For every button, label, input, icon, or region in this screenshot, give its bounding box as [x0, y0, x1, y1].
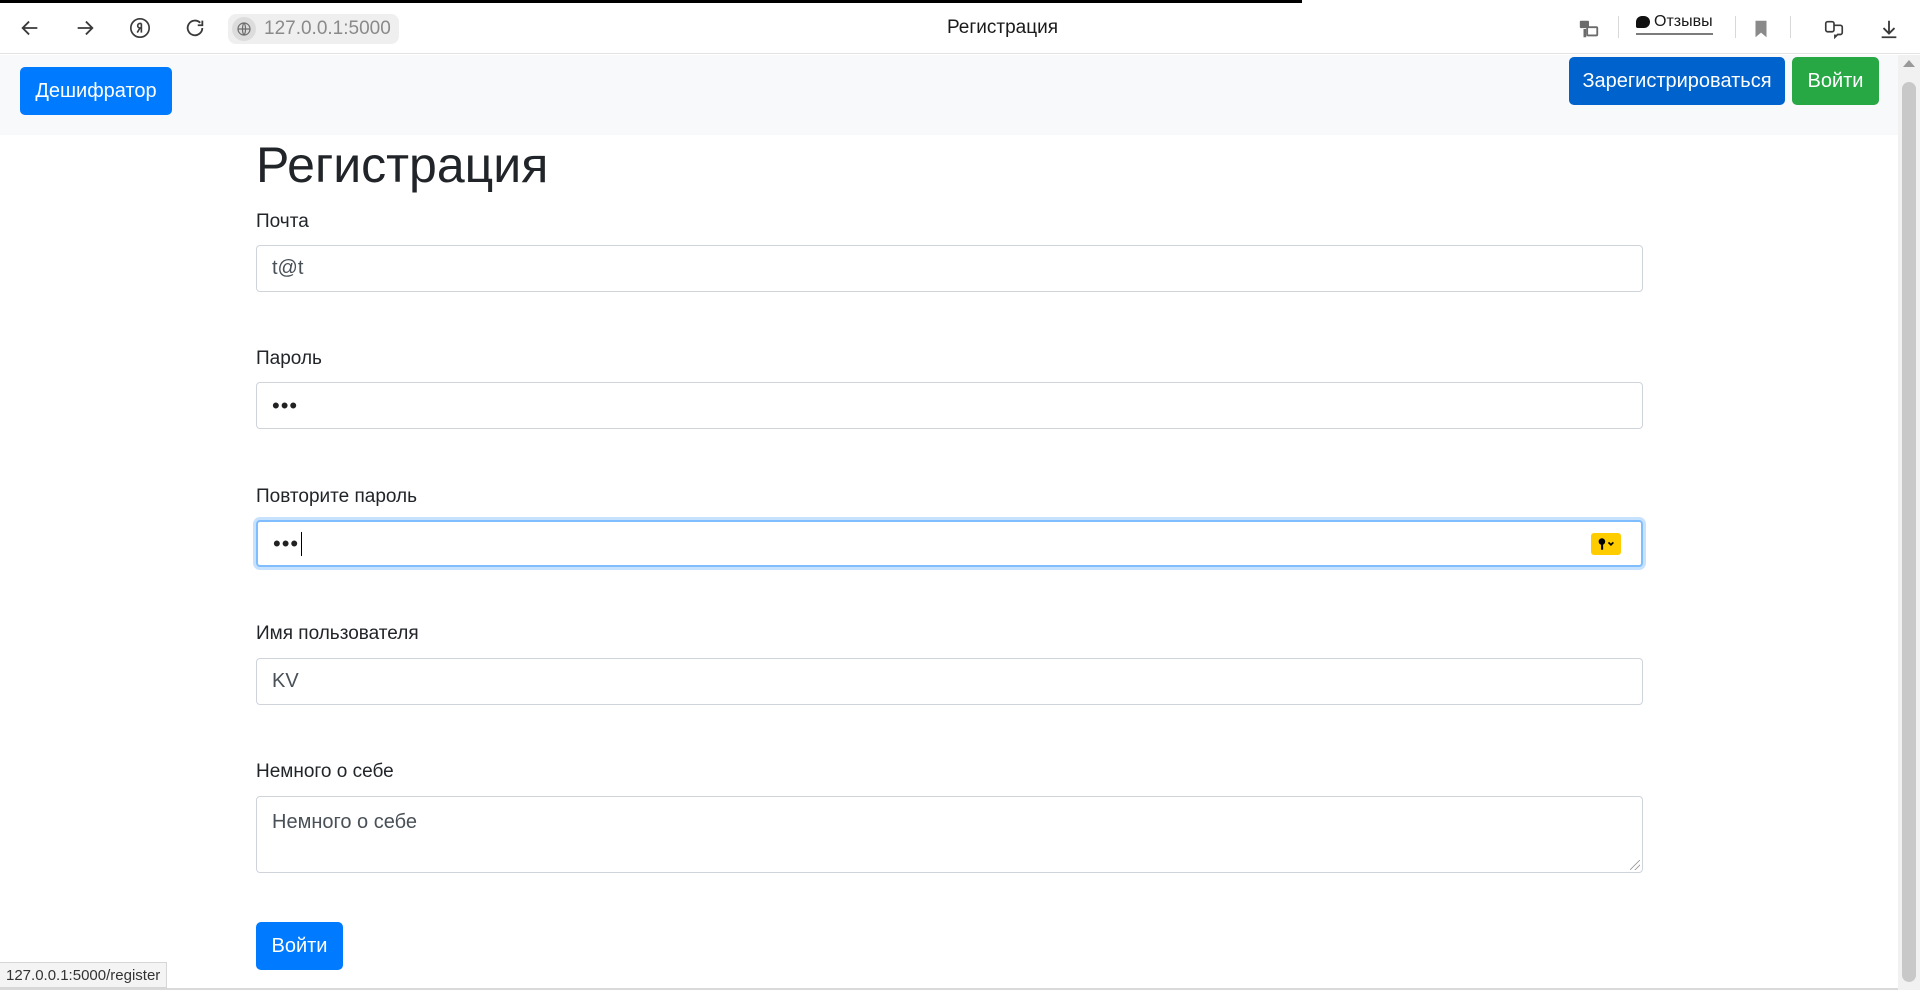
- status-url: 127.0.0.1:5000/register: [6, 966, 161, 984]
- reviews-button[interactable]: Отзывы: [1636, 13, 1713, 35]
- status-bar: 127.0.0.1:5000/register: [0, 962, 168, 988]
- password-field[interactable]: •••: [256, 382, 1643, 429]
- email-value: t@t: [272, 257, 304, 279]
- reviews-label: Отзывы: [1654, 13, 1713, 30]
- site-navbar: Дешифратор Зарегистрироваться Войти: [0, 55, 1898, 135]
- email-field[interactable]: t@t: [256, 245, 1643, 292]
- login-button[interactable]: Войти: [1792, 57, 1879, 105]
- password-repeat-field[interactable]: •••: [256, 520, 1643, 567]
- about-textarea[interactable]: Немного о себе: [256, 796, 1643, 873]
- password-manager-key-icon[interactable]: [1591, 533, 1621, 555]
- brand-button[interactable]: Дешифратор: [20, 67, 172, 115]
- about-label: Немного о себе: [256, 761, 394, 782]
- password-repeat-label: Повторите пароль: [256, 486, 418, 507]
- register-button[interactable]: Зарегистрироваться: [1569, 57, 1785, 105]
- toolbar-separator: [1618, 16, 1619, 38]
- password-repeat-value: •••: [273, 530, 300, 556]
- text-caret: [301, 531, 303, 556]
- toolbar-separator: [1735, 16, 1736, 38]
- tab-strip-line: [0, 0, 1302, 3]
- toolbar-separator: [1790, 16, 1791, 38]
- collections-button[interactable]: [1819, 14, 1849, 44]
- download-icon: [1881, 20, 1897, 39]
- scrollbar-thumb[interactable]: [1902, 82, 1916, 982]
- username-label: Имя пользователя: [256, 623, 419, 644]
- speech-bubble-icon: [1636, 16, 1650, 28]
- translate-button[interactable]: [1574, 14, 1604, 44]
- downloads-button[interactable]: [1874, 14, 1904, 44]
- password-value: •••: [272, 392, 299, 418]
- translate-icon: [1579, 20, 1599, 38]
- bookmark-button[interactable]: [1746, 14, 1776, 44]
- submit-button[interactable]: Войти: [256, 922, 343, 970]
- scroll-up-arrow-icon[interactable]: [1903, 60, 1915, 67]
- about-placeholder: Немного о себе: [272, 811, 417, 833]
- tab-title: Регистрация: [946, 17, 1059, 38]
- resize-grip-icon[interactable]: [1630, 860, 1640, 870]
- collections-icon: [1824, 20, 1844, 40]
- browser-toolbar: 127.0.0.1:5000 Регистрация Отзывы: [0, 0, 1920, 54]
- username-field[interactable]: KV: [256, 658, 1643, 705]
- username-value: KV: [272, 670, 299, 692]
- page-title: Регистрация: [256, 137, 549, 193]
- email-label: Почта: [256, 211, 309, 232]
- password-label: Пароль: [256, 348, 322, 369]
- bookmark-icon: [1755, 20, 1767, 38]
